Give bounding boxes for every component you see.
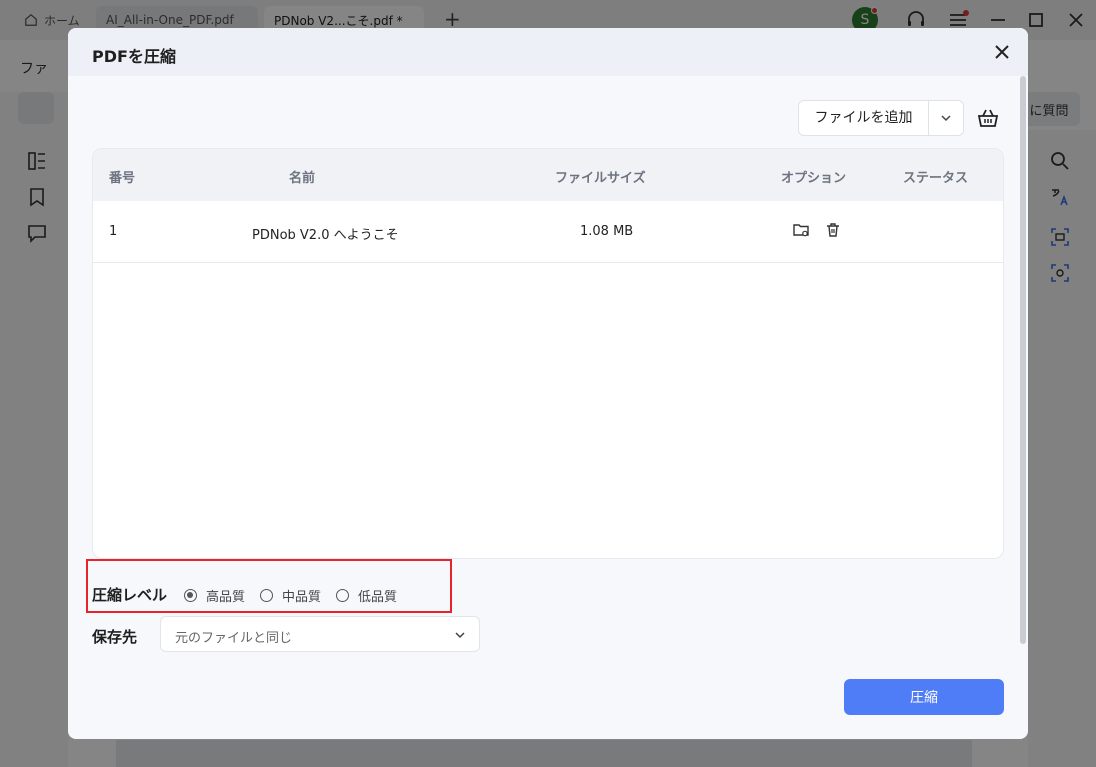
trash-icon[interactable]: [824, 221, 842, 239]
dialog-scrollbar[interactable]: [1020, 76, 1026, 644]
dialog-header: PDFを圧縮: [68, 28, 1028, 76]
chevron-down-icon: [455, 632, 465, 639]
add-file-split-button: ファイルを追加: [798, 100, 964, 136]
add-file-button[interactable]: ファイルを追加: [799, 101, 929, 135]
radio-unchecked-icon: [260, 589, 273, 602]
chevron-down-icon: [941, 115, 951, 122]
save-destination-select[interactable]: 元のファイルと同じ: [160, 616, 480, 652]
header-status: ステータス: [903, 171, 969, 186]
radio-medium-quality[interactable]: 中品質: [260, 586, 321, 605]
close-icon[interactable]: [992, 42, 1012, 62]
table-header: 番号 名前 ファイルサイズ オプション ステータス: [93, 149, 1003, 201]
cell-name: PDNob V2.0 へようこそ: [252, 228, 399, 243]
radio-label: 低品質: [358, 590, 398, 605]
folder-settings-icon[interactable]: [792, 221, 810, 239]
save-destination-value: 元のファイルと同じ: [175, 631, 293, 646]
cell-size: 1.08 MB: [580, 224, 634, 239]
add-file-dropdown[interactable]: [929, 101, 963, 135]
compression-level-label: 圧縮レベル: [92, 586, 168, 604]
header-size: ファイルサイズ: [555, 171, 646, 186]
compress-button[interactable]: 圧縮: [844, 679, 1004, 715]
header-number: 番号: [109, 171, 136, 186]
dialog-title: PDFを圧縮: [92, 47, 176, 66]
header-name: 名前: [289, 171, 316, 186]
radio-high-quality[interactable]: 高品質: [184, 586, 245, 605]
clear-all-basket-icon[interactable]: [976, 106, 1000, 130]
radio-label: 高品質: [206, 590, 246, 605]
radio-checked-icon: [184, 589, 197, 602]
save-destination-label: 保存先: [92, 628, 138, 646]
cell-number: 1: [109, 224, 118, 239]
header-options: オプション: [781, 171, 847, 186]
compress-pdf-dialog: PDFを圧縮 ファイルを追加 番号 名前 ファイルサイズ オプション ステータス…: [68, 28, 1028, 739]
radio-unchecked-icon: [336, 589, 349, 602]
radio-low-quality[interactable]: 低品質: [336, 586, 397, 605]
table-row: 1 PDNob V2.0 へようこそ 1.08 MB: [93, 201, 1003, 263]
radio-label: 中品質: [282, 590, 322, 605]
file-table: 番号 名前 ファイルサイズ オプション ステータス 1 PDNob V2.0 へ…: [92, 148, 1004, 559]
